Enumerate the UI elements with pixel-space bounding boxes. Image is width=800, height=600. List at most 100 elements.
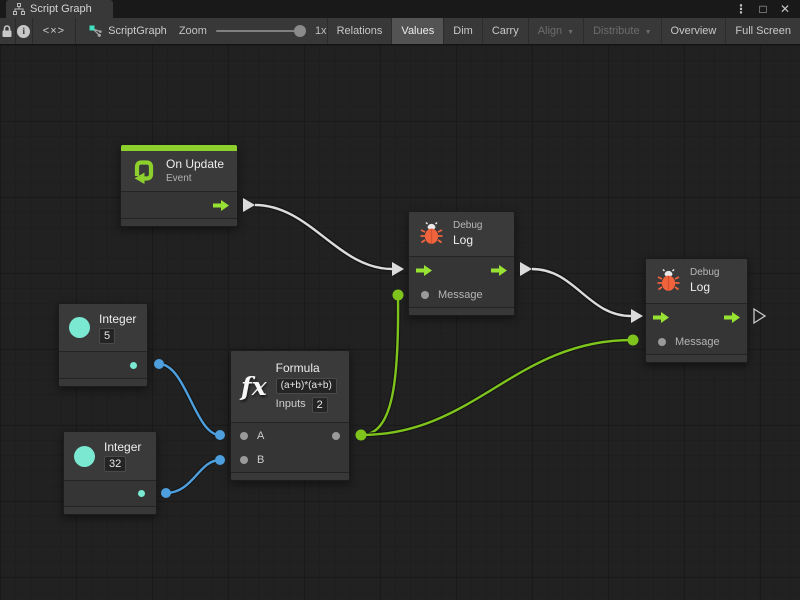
- wire-startpoint: [356, 430, 367, 441]
- carry-label: Carry: [492, 25, 519, 37]
- lock-icon: [1, 24, 13, 38]
- node-footer: [59, 378, 147, 386]
- chevron-down-icon: ▼: [567, 29, 574, 36]
- wire-endpoint: [628, 335, 639, 346]
- tab-label: Script Graph: [30, 3, 92, 15]
- graph-name: ScriptGraph: [76, 18, 179, 44]
- graph-toolbar: i <×> ScriptGraph Zoom 1x Relations: [0, 18, 800, 45]
- wire-start-arrow: [520, 262, 532, 276]
- relations-label: Relations: [337, 25, 383, 37]
- node-formula[interactable]: fx Formula (a+b)*(a+b) Inputs 2 A: [230, 350, 350, 481]
- node-debug-log-2[interactable]: Debug Log Message: [645, 258, 748, 363]
- inputs-label: Inputs: [276, 398, 306, 412]
- relations-button[interactable]: Relations: [327, 18, 392, 44]
- wire-start-arrow: [243, 198, 255, 212]
- wire-value-int32-to-formula-b[interactable]: [166, 460, 220, 493]
- debug-bug-icon: [419, 222, 444, 246]
- node-integer-5[interactable]: Integer 5: [58, 303, 148, 387]
- zoom-slider-track[interactable]: [216, 30, 306, 32]
- value-input-port-b[interactable]: [240, 456, 248, 464]
- fullscreen-button[interactable]: Full Screen: [725, 18, 800, 44]
- info-icon: i: [17, 25, 30, 38]
- wire-startpoint: [154, 359, 164, 369]
- exec-output-port[interactable]: [723, 311, 741, 324]
- maximize-icon[interactable]: □: [754, 0, 772, 18]
- node-footer: [64, 506, 156, 514]
- value-input-port-a[interactable]: [240, 432, 248, 440]
- window-controls: ⋮ □ ✕: [732, 0, 800, 18]
- window-menu-icon[interactable]: ⋮: [732, 0, 750, 18]
- message-label: Message: [675, 336, 720, 348]
- integer-type-icon: [69, 317, 90, 338]
- dim-label: Dim: [453, 25, 473, 37]
- wire-value-formula-to-log1[interactable]: [361, 297, 398, 435]
- lock-button[interactable]: [0, 18, 16, 44]
- wire-endpoint: [393, 290, 404, 301]
- fullscreen-label: Full Screen: [735, 25, 791, 37]
- chevron-down-icon: ▼: [645, 29, 652, 36]
- formula-fx-icon: fx: [241, 372, 267, 401]
- integer-value-field[interactable]: 5: [99, 328, 115, 344]
- graph-name-label: ScriptGraph: [108, 25, 167, 37]
- overview-button[interactable]: Overview: [661, 18, 726, 44]
- tab-script-graph[interactable]: Script Graph: [6, 0, 113, 18]
- node-title: Integer: [104, 440, 141, 455]
- exec-output-port[interactable]: [490, 264, 508, 277]
- node-title: Integer: [99, 312, 136, 327]
- formula-expression-field[interactable]: (a+b)*(a+b): [276, 378, 337, 394]
- node-title: Log: [453, 233, 482, 248]
- integer-value-field[interactable]: 32: [104, 456, 126, 472]
- port-label-a: A: [257, 430, 264, 442]
- graph-canvas[interactable]: On Update Event Integer 5: [0, 45, 800, 600]
- wire-exec-onupdate-to-log1[interactable]: [255, 205, 392, 269]
- node-on-update-event[interactable]: On Update Event: [120, 144, 238, 227]
- integer-output-port[interactable]: [138, 490, 145, 497]
- update-loop-icon: [131, 158, 157, 184]
- debug-bug-icon: [656, 269, 681, 293]
- overview-label: Overview: [671, 25, 717, 37]
- node-footer: [121, 218, 237, 226]
- code-brackets-icon: <×>: [43, 25, 65, 37]
- wire-exec-log1-to-log2[interactable]: [532, 269, 631, 316]
- script-graph-icon: [89, 25, 102, 38]
- carry-button[interactable]: Carry: [482, 18, 528, 44]
- zoom-control: Zoom 1x: [179, 18, 327, 44]
- message-input-port[interactable]: [658, 338, 666, 346]
- integer-output-port[interactable]: [130, 362, 137, 369]
- wire-value-int5-to-formula-a[interactable]: [159, 364, 220, 435]
- value-output-port[interactable]: [332, 432, 340, 440]
- node-integer-32[interactable]: Integer 32: [63, 431, 157, 515]
- port-label-b: B: [257, 454, 264, 466]
- title-bar: Script Graph ⋮ □ ✕: [0, 0, 800, 18]
- code-view-button[interactable]: <×>: [33, 18, 76, 44]
- wire-startpoint: [161, 488, 171, 498]
- align-label: Align: [538, 25, 562, 37]
- exec-output-port[interactable]: [212, 199, 230, 212]
- node-title: Formula: [276, 361, 337, 376]
- dim-button[interactable]: Dim: [443, 18, 482, 44]
- distribute-button[interactable]: Distribute ▼: [583, 18, 660, 44]
- node-surtitle: Debug: [453, 220, 482, 233]
- zoom-value: 1x: [315, 25, 327, 37]
- node-debug-log-1[interactable]: Debug Log Message: [408, 211, 515, 316]
- node-subtitle: Event: [166, 173, 224, 186]
- distribute-label: Distribute: [593, 25, 639, 37]
- align-button[interactable]: Align ▼: [528, 18, 583, 44]
- wire-end-arrow: [631, 309, 643, 323]
- wire-value-formula-to-log2[interactable]: [361, 340, 632, 435]
- close-icon[interactable]: ✕: [776, 0, 794, 18]
- exec-output-stub[interactable]: [754, 309, 765, 323]
- wire-end-arrow: [392, 262, 404, 276]
- exec-input-port[interactable]: [652, 311, 670, 324]
- wire-endpoint: [215, 455, 225, 465]
- inputs-count-field[interactable]: 2: [312, 397, 328, 413]
- message-input-port[interactable]: [421, 291, 429, 299]
- values-button[interactable]: Values: [391, 18, 443, 44]
- message-label: Message: [438, 289, 483, 301]
- exec-input-port[interactable]: [415, 264, 433, 277]
- node-footer: [409, 307, 514, 315]
- wire-endpoint: [215, 430, 225, 440]
- info-button[interactable]: i: [16, 18, 33, 44]
- integer-type-icon: [74, 446, 95, 467]
- zoom-slider-handle[interactable]: [294, 25, 306, 37]
